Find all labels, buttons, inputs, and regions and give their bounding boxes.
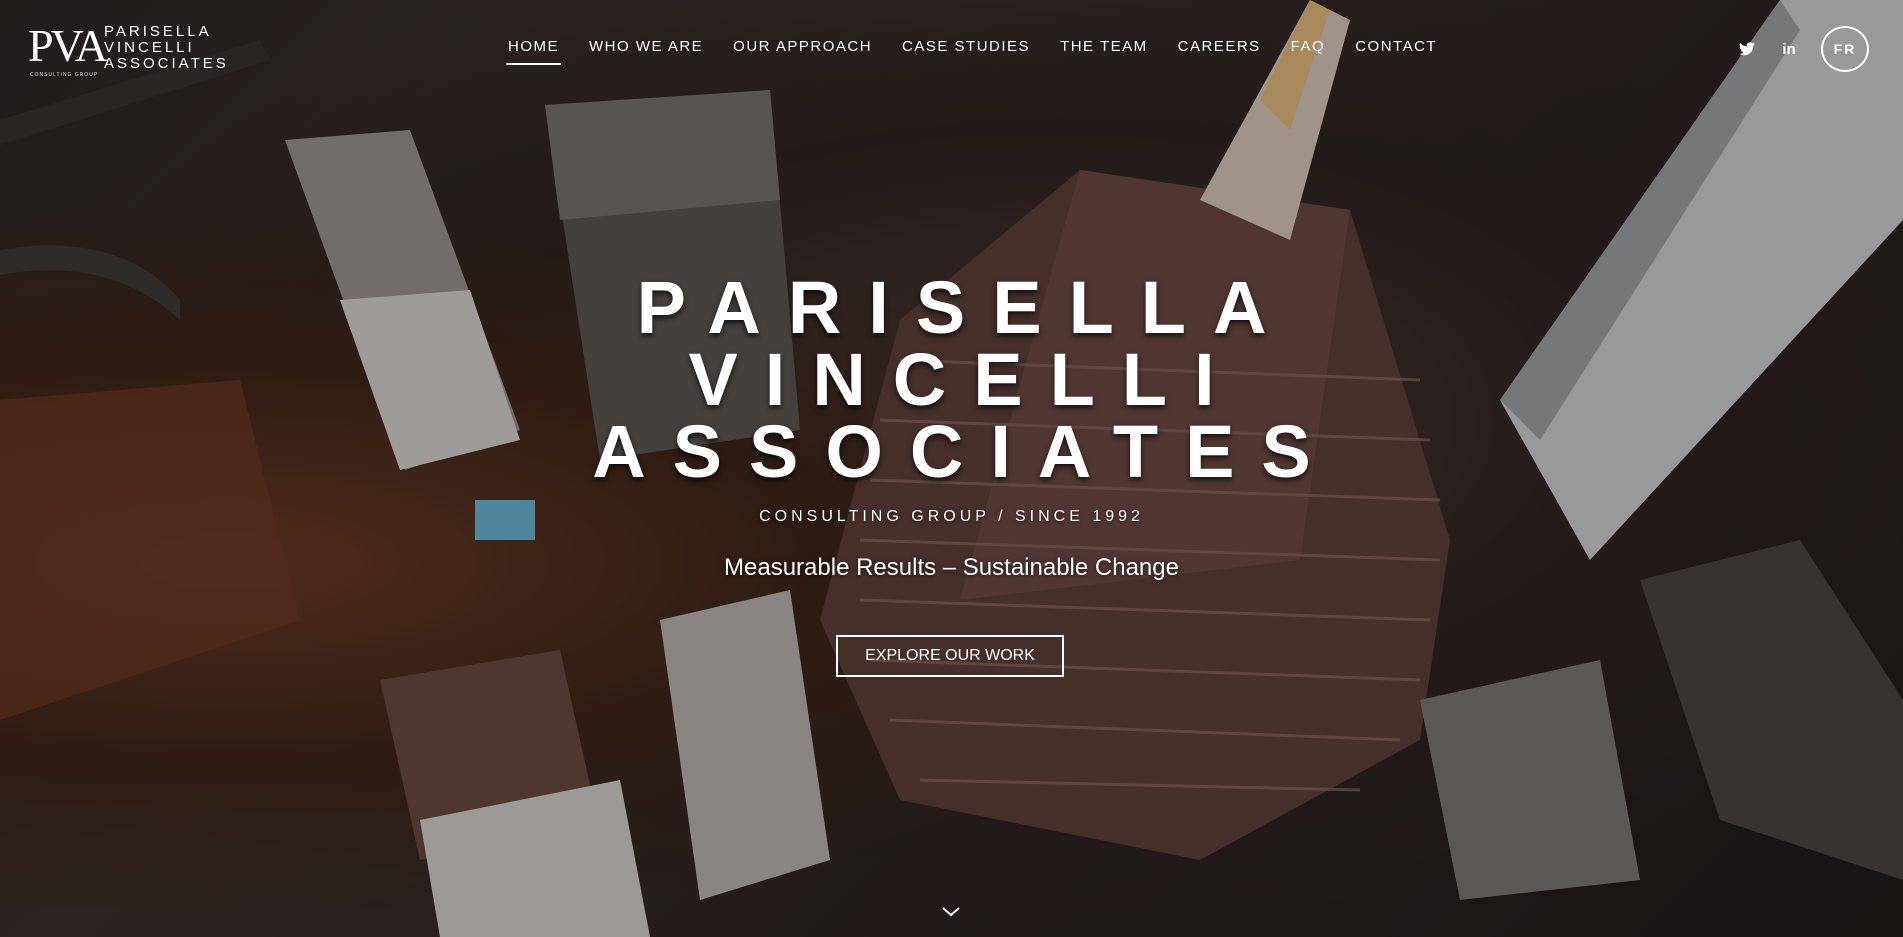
logo-word-associates: ASSOCIATES: [104, 55, 229, 72]
logo-word-vincelli: VINCELLI: [104, 39, 195, 56]
hero-title-line-2: VINCELLI: [688, 338, 1242, 421]
nav-item-contact[interactable]: CONTACT: [1355, 38, 1437, 55]
chevron-down-icon-glyph: [942, 907, 960, 917]
nav-item-our-approach[interactable]: OUR APPROACH: [733, 38, 872, 55]
hero-tagline: Measurable Results – Sustainable Change: [724, 554, 1179, 581]
nav-item-faq[interactable]: FAQ: [1291, 38, 1326, 55]
logo-tagline: CONSULTING GROUP: [30, 72, 99, 78]
nav-item-careers[interactable]: CAREERS: [1178, 38, 1261, 55]
chevron-down-icon[interactable]: [940, 900, 962, 922]
nav-item-case-studies[interactable]: CASE STUDIES: [902, 38, 1030, 55]
logo-wordmark: PARISELLA VINCELLI ASSOCIATES: [104, 24, 229, 72]
hero-subtitle: CONSULTING GROUP / SINCE 1992: [759, 508, 1144, 525]
company-logo[interactable]: PVA PARISELLA VINCELLI ASSOCIATES CONSUL…: [28, 22, 228, 82]
language-switch-button[interactable]: FR: [1821, 26, 1869, 72]
explore-our-work-button[interactable]: EXPLORE OUR WORK: [836, 635, 1064, 677]
hero-title-line-3: ASSOCIATES: [592, 410, 1338, 493]
hero-title-line-1: PARISELLA: [636, 266, 1294, 349]
hero-title: PARISELLA VINCELLI ASSOCIATES: [0, 266, 1903, 493]
logo-word-parisella: PARISELLA: [104, 23, 212, 40]
main-navigation: HOME WHO WE ARE OUR APPROACH CASE STUDIE…: [506, 38, 1467, 65]
logo-monogram: PVA: [28, 20, 108, 71]
twitter-icon[interactable]: [1737, 39, 1757, 59]
nav-item-the-team[interactable]: THE TEAM: [1060, 38, 1148, 55]
linkedin-icon[interactable]: in: [1779, 39, 1799, 59]
social-links: in FR: [1737, 26, 1869, 72]
nav-item-home[interactable]: HOME: [506, 38, 561, 65]
twitter-icon-glyph: [1739, 42, 1755, 56]
nav-item-who-we-are[interactable]: WHO WE ARE: [589, 38, 703, 55]
